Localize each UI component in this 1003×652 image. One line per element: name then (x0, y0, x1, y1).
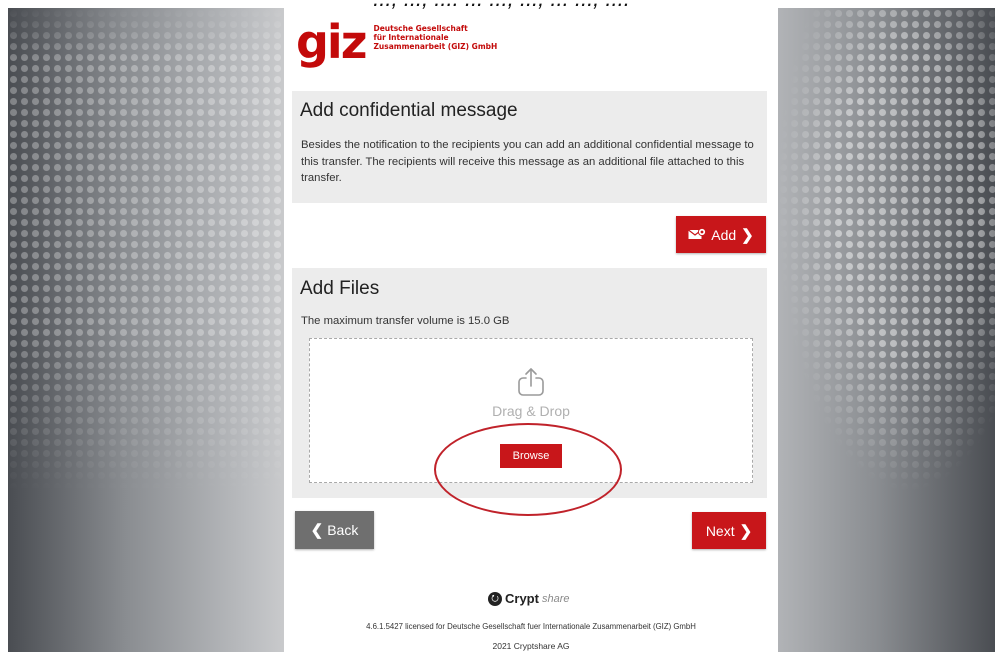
confidential-message-description: Besides the notification to the recipien… (301, 139, 754, 184)
logo-line-2: für Internationale (373, 33, 449, 42)
browse-highlight-ring (434, 423, 622, 516)
confidential-message-title: Add confidential message (300, 100, 518, 121)
logo-line-1: Deutsche Gesellschaft (373, 24, 468, 33)
chevron-left-icon: ❮ (310, 522, 324, 539)
giz-logo: giz Deutsche Gesellschaft für Internatio… (296, 15, 497, 69)
dotted-map-right (778, 8, 995, 652)
logo-text: Deutsche Gesellschaft für Internationale… (373, 24, 497, 51)
drag-drop-text: Drag & Drop (492, 403, 570, 419)
next-button-label: Next (705, 522, 735, 539)
copyright-text: 2021 Cryptshare AG (492, 641, 570, 651)
cryptshare-brand-bold: Crypt (505, 591, 539, 606)
back-button[interactable]: ❮ Back (295, 511, 374, 549)
cryptshare-brand-italic: share (541, 592, 570, 605)
logo-mark: giz (296, 15, 367, 69)
upload-icon (518, 368, 544, 396)
confidential-message-section: Add confidential message Besides the not… (292, 91, 767, 203)
next-button[interactable]: Next ❯ (692, 512, 766, 549)
envelope-icon (688, 228, 707, 239)
dotted-map-left (8, 8, 288, 652)
cryptshare-logo-icon: ⭮ (488, 591, 502, 606)
top-caption: ..., ..., .... ... ..., ..., ... ..., ..… (0, 0, 1003, 12)
cryptshare-logo: ⭮ Crypt share (488, 591, 569, 606)
chevron-right-icon: ❯ (741, 226, 754, 244)
add-button-label: Add (711, 226, 737, 243)
logo-line-3: Zusammenarbeit (GIZ) GmbH (373, 42, 498, 51)
chevron-right-icon: ❯ (739, 522, 753, 540)
license-text: 4.6.1.5427 licensed for Deutsche Gesells… (366, 622, 696, 631)
add-message-button[interactable]: Add ❯ (676, 216, 766, 253)
max-transfer-volume: The maximum transfer volume is 15.0 GB (301, 315, 510, 327)
add-files-title: Add Files (300, 278, 380, 299)
back-button-label: Back (327, 522, 359, 538)
